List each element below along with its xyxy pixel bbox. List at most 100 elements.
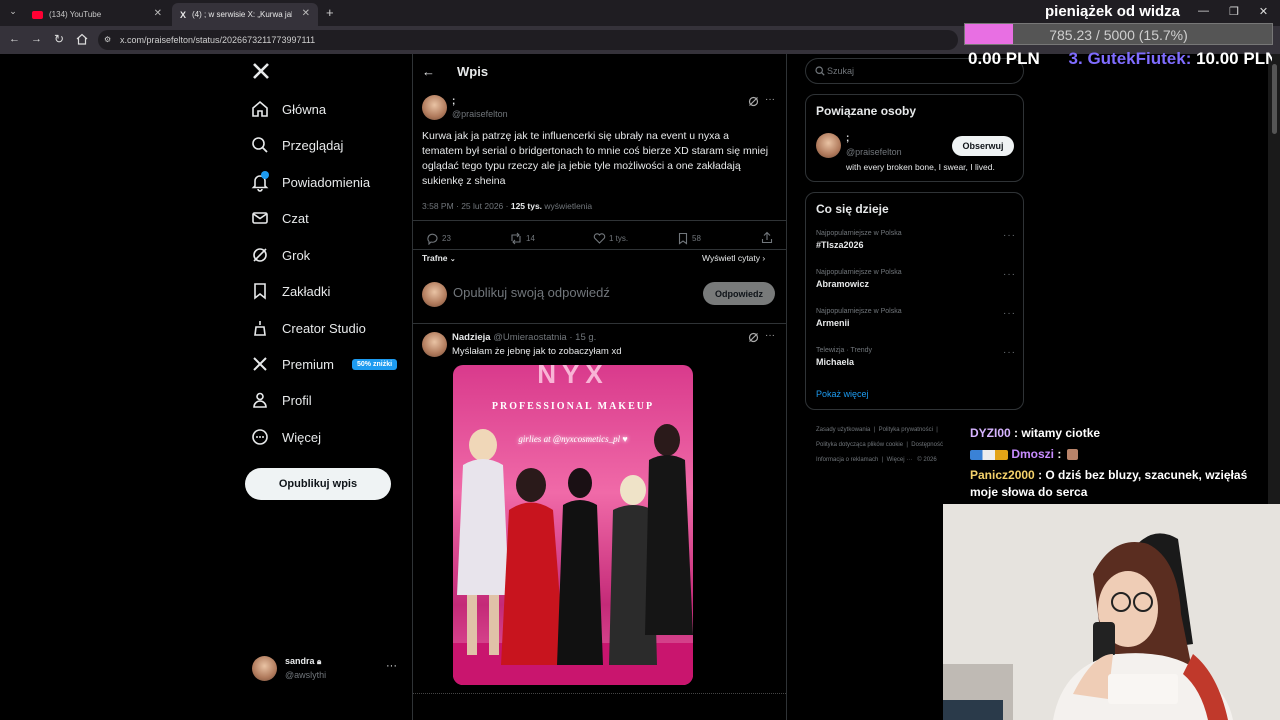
close-tab-icon[interactable]: ✕ [154, 8, 162, 19]
tab-x-post[interactable]: X (4) ; w serwisie X: „Kurwa jak ja ✕ [172, 3, 318, 26]
author-name[interactable]: ; [452, 96, 455, 107]
publish-post-button[interactable]: Opublikuj wpis [245, 468, 391, 500]
more-dots-icon[interactable]: ··· [1003, 347, 1016, 358]
more-dots-icon[interactable]: ··· [1003, 308, 1016, 319]
follow-button[interactable]: Obserwuj [952, 136, 1014, 156]
trend-category: Najpopularniejsze w Polska [816, 230, 902, 237]
footer-link[interactable]: Dostępność [911, 442, 943, 448]
url-text: x.com/praisefelton/status/20266732117739… [120, 35, 316, 45]
view-quotes-link[interactable]: Wyświetl cytaty › [702, 253, 765, 263]
back-arrow-icon[interactable]: ← [422, 64, 435, 79]
maximize-icon[interactable]: ❐ [1229, 5, 1239, 18]
footer-link[interactable]: Więcej ··· [887, 457, 913, 463]
repost-action[interactable]: 14 [509, 232, 535, 245]
account-switcher[interactable]: sandra 🔒︎ @awslythi ··· [252, 654, 402, 684]
trend-item[interactable]: Najpopularniejsze w Polska Abramowicz ··… [816, 269, 1016, 299]
post-time[interactable]: 3:58 PM · 25 lut 2026 · [422, 201, 508, 211]
footer-link[interactable]: Informacja o reklamach [816, 457, 878, 463]
footer-link[interactable]: Polityka prywatności [879, 427, 933, 433]
author-avatar[interactable] [422, 95, 447, 120]
bookmark-action[interactable]: 58 [677, 232, 701, 245]
reply-input[interactable]: Opublikuj swoją odpowiedź [453, 285, 693, 300]
views-count: 125 tys. [510, 201, 543, 211]
panel-title: Co się dzieje [816, 202, 889, 216]
more-dots-icon[interactable]: ··· [765, 330, 775, 341]
back-icon[interactable]: ← [9, 33, 20, 45]
reply-text: Myślałam że jebnę jak to zobaczyłam xd [452, 346, 622, 357]
show-more-link[interactable]: Pokaż więcej [816, 389, 869, 399]
sidebar-item-premium[interactable]: Premium 50% zniżki [250, 349, 398, 379]
trend-category: Telewizja · Trendy [816, 347, 873, 354]
reply-button[interactable]: Odpowiedz [703, 282, 775, 305]
share-icon[interactable] [761, 231, 773, 244]
post-text: Kurwa jak ja patrzę jak te influencerki … [422, 130, 769, 187]
emote-icon [1066, 449, 1078, 461]
reply-author-avatar[interactable] [422, 332, 447, 357]
person-icon [250, 390, 270, 410]
more-dots-icon[interactable]: ··· [386, 660, 397, 672]
sidebar-item-grok[interactable]: Grok [250, 240, 310, 270]
grok-icon[interactable] [748, 332, 759, 343]
reply-author-name[interactable]: Nadzieja [452, 332, 491, 343]
sidebar-item-label: Czat [282, 210, 309, 226]
sidebar-item-creator-studio[interactable]: Creator Studio [250, 313, 366, 343]
tab-search-button[interactable]: ⌄ [6, 6, 20, 20]
trend-category: Najpopularniejsze w Polska [816, 269, 902, 276]
creator-icon [250, 318, 270, 338]
reply-photo[interactable]: NYX PROFESSIONAL MAKEUP girlies at @nyxc… [453, 365, 693, 685]
author-handle[interactable]: @praisefelton [452, 109, 508, 119]
grok-icon[interactable] [748, 96, 759, 107]
trend-item[interactable]: Najpopularniejsze w Polska Armenii ··· [816, 308, 1016, 338]
trend-name: Abramowicz [816, 279, 870, 289]
home-button-icon[interactable] [76, 33, 88, 45]
close-icon[interactable]: ✕ [1259, 5, 1268, 18]
bookmark-icon [250, 281, 270, 301]
scrollbar-thumb[interactable] [1271, 64, 1277, 134]
window-controls: — ❐ ✕ [1198, 5, 1268, 18]
sidebar-item-explore[interactable]: Przeglądaj [250, 130, 343, 160]
trend-item[interactable]: Najpopularniejsze w Polska #TIsza2026 ··… [816, 230, 1016, 260]
reply-author-handle[interactable]: @Umieraostatnia [493, 332, 567, 343]
chat-text: : witamy ciotke [1014, 426, 1101, 440]
mail-icon [250, 208, 270, 228]
avatar[interactable] [816, 133, 841, 158]
site-info-icon[interactable]: ⚙ [104, 35, 111, 44]
reply-time[interactable]: · 15 g. [569, 332, 596, 343]
minimize-icon[interactable]: — [1198, 5, 1209, 18]
premium-discount-badge: 50% zniżki [352, 358, 398, 370]
close-tab-icon[interactable]: ✕ [302, 8, 310, 19]
trend-name: #TIsza2026 [816, 240, 864, 250]
trend-item[interactable]: Telewizja · Trendy Michaela ··· [816, 347, 1016, 377]
sidebar-item-bookmarks[interactable]: Zakładki [250, 276, 330, 306]
new-tab-button[interactable]: + [326, 5, 334, 20]
more-dots-icon[interactable]: ··· [765, 94, 775, 105]
sidebar-item-home[interactable]: Główna [250, 94, 326, 124]
ticker-amount: 10.00 PLN [1196, 49, 1272, 68]
url-field[interactable]: x.com/praisefelton/status/20266732117739… [98, 30, 958, 50]
footer-link[interactable]: Polityka dotycząca plików cookie [816, 442, 903, 448]
sidebar-item-chat[interactable]: Czat [250, 203, 309, 233]
sort-dropdown[interactable]: Trafne ⌄ [422, 253, 456, 263]
chevron-right-icon: › [762, 253, 766, 263]
tab-youtube[interactable]: (134) YouTube ✕ [24, 3, 170, 26]
panel-title: Powiązane osoby [816, 104, 917, 118]
reply-count: 23 [442, 234, 451, 243]
grok-icon [250, 245, 270, 265]
x-logo-icon[interactable] [252, 62, 270, 80]
sidebar-item-more[interactable]: Więcej [250, 422, 321, 452]
sidebar-item-profile[interactable]: Profil [250, 385, 312, 415]
like-action[interactable]: 1 tys. [593, 232, 628, 245]
chat-message: DYZI00 : witamy ciotke [970, 425, 1276, 442]
footer-link[interactable]: Zasady użytkowania [816, 427, 870, 433]
forward-icon[interactable]: → [31, 33, 42, 45]
bookmark-count: 58 [692, 234, 701, 243]
next-row-partial [413, 693, 786, 697]
reply-action[interactable]: 23 [426, 232, 451, 245]
related-handle[interactable]: @praisefelton [846, 147, 902, 157]
more-dots-icon[interactable]: ··· [1003, 230, 1016, 241]
sidebar-item-notifications[interactable]: Powiadomienia [250, 167, 370, 197]
related-name[interactable]: ; [846, 133, 849, 144]
reload-icon[interactable]: ↻ [54, 32, 64, 46]
more-dots-icon[interactable]: ··· [1003, 269, 1016, 280]
page-title: Wpis [457, 64, 489, 79]
